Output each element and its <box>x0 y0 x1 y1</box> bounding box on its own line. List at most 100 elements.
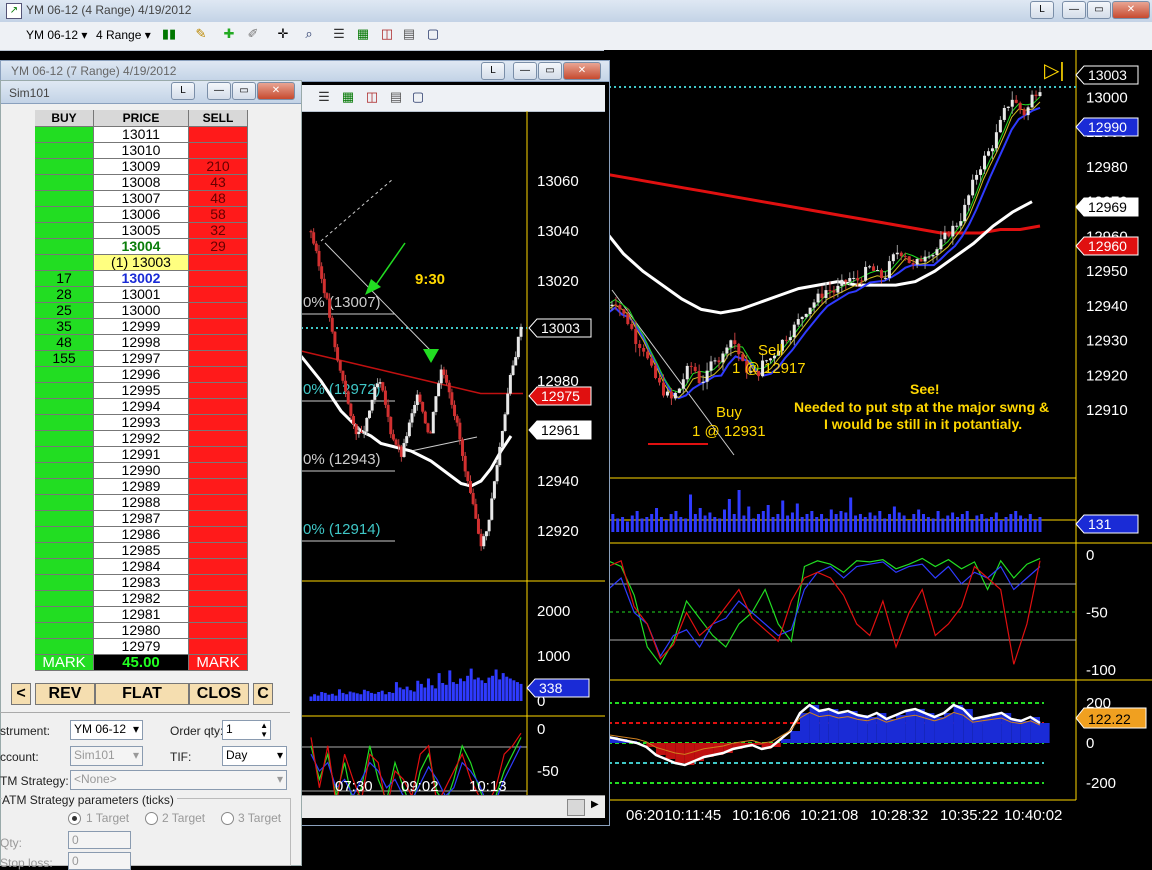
buy-cell[interactable] <box>35 398 94 415</box>
buy-cell[interactable] <box>35 174 94 191</box>
chart-trader-toggle-icon[interactable]: ▷| <box>1044 58 1065 83</box>
scroll-right-arrow-icon[interactable]: ▶ <box>591 799 599 810</box>
strategies-icon[interactable]: ◫ <box>378 25 396 43</box>
price-cell[interactable]: 12984 <box>93 558 189 575</box>
buy-cell[interactable] <box>35 366 94 383</box>
sell-cell[interactable] <box>188 462 248 479</box>
sell-cell[interactable]: 58 <box>188 206 248 223</box>
price-cell[interactable]: 13010 <box>93 142 189 159</box>
sell-cell[interactable] <box>188 430 248 447</box>
sell-cell[interactable] <box>188 142 248 159</box>
crosshair-icon[interactable]: ✛ <box>274 25 292 43</box>
buy-cell[interactable] <box>35 494 94 511</box>
price-cell[interactable]: 12979 <box>93 638 189 655</box>
buy-cell[interactable] <box>35 542 94 559</box>
buy-cell[interactable] <box>35 606 94 623</box>
second-horizontal-scrollbar[interactable]: ▶ <box>301 795 605 818</box>
zoom-icon[interactable]: ⌕ <box>300 25 318 43</box>
order-qty-field[interactable]: 1 ▲ ▼ <box>222 720 271 740</box>
second-link-button[interactable]: L <box>481 62 505 80</box>
target-2-radio[interactable] <box>145 812 158 825</box>
buy-cell[interactable] <box>35 222 94 239</box>
data-box-icon[interactable]: ▢ <box>424 25 442 43</box>
period-selector[interactable]: 4 Range ▾ <box>96 28 151 42</box>
close-button[interactable]: CLOS <box>189 683 249 705</box>
buy-cell[interactable] <box>35 142 94 159</box>
sell-cell[interactable] <box>188 334 248 351</box>
second-close-button[interactable]: ✕ <box>563 62 601 80</box>
price-cell[interactable]: 13005 <box>93 222 189 239</box>
draw-tool-icon[interactable]: ✚ <box>220 25 238 43</box>
buy-cell[interactable]: 17 <box>35 270 94 287</box>
price-cell[interactable]: 12994 <box>93 398 189 415</box>
stepper-icon[interactable]: ▲ ▼ <box>260 721 268 739</box>
price-cell[interactable]: 12980 <box>93 622 189 639</box>
buy-cell[interactable]: 48 <box>35 334 94 351</box>
buy-cell[interactable] <box>35 190 94 207</box>
price-cell[interactable]: 13011 <box>93 126 189 143</box>
price-cell[interactable]: 12991 <box>93 446 189 463</box>
price-cell[interactable]: 12999 <box>93 318 189 335</box>
scroll-thumb[interactable] <box>567 799 585 816</box>
sell-cell[interactable] <box>188 254 248 271</box>
sell-cell[interactable] <box>188 574 248 591</box>
buy-cell[interactable] <box>35 238 94 255</box>
instrument-selector[interactable]: YM 06-12 ▾ <box>26 28 87 42</box>
sell-cell[interactable] <box>188 542 248 559</box>
price-cell[interactable]: 13008 <box>93 174 189 191</box>
price-cell[interactable]: 12995 <box>93 382 189 399</box>
price-cell[interactable]: 13007 <box>93 190 189 207</box>
buy-cell[interactable]: 28 <box>35 286 94 303</box>
main-maximize-button[interactable]: ▭ <box>1087 1 1111 19</box>
buy-cell[interactable] <box>35 430 94 447</box>
buy-cell[interactable] <box>35 622 94 639</box>
second-template-icon[interactable]: ▤ <box>387 88 405 106</box>
second-indicators-icon[interactable]: ▦ <box>339 88 357 106</box>
sell-cell[interactable] <box>188 302 248 319</box>
sell-cell[interactable] <box>188 366 248 383</box>
price-cell[interactable]: 13004 <box>93 238 189 255</box>
sell-cell[interactable] <box>188 350 248 367</box>
buy-cell[interactable] <box>35 254 94 271</box>
buy-cell[interactable] <box>35 558 94 575</box>
buy-cell[interactable] <box>35 510 94 527</box>
sell-cell[interactable] <box>188 382 248 399</box>
price-cell[interactable]: 12983 <box>93 574 189 591</box>
sell-cell[interactable] <box>188 414 248 431</box>
buy-cell[interactable] <box>35 382 94 399</box>
buy-cell[interactable] <box>35 414 94 431</box>
sell-cell[interactable]: 43 <box>188 174 248 191</box>
sell-cell[interactable] <box>188 398 248 415</box>
sell-cell[interactable]: 32 <box>188 222 248 239</box>
flatten-button[interactable]: FLAT <box>95 683 189 705</box>
sell-cell[interactable] <box>188 606 248 623</box>
price-cell[interactable]: 12987 <box>93 510 189 527</box>
sell-cell[interactable] <box>188 270 248 287</box>
sell-cell[interactable]: 210 <box>188 158 248 175</box>
buy-cell[interactable] <box>35 462 94 479</box>
sell-cell[interactable] <box>188 286 248 303</box>
template-icon[interactable]: ▤ <box>400 25 418 43</box>
eraser-icon[interactable]: ✐ <box>244 25 262 43</box>
price-cell[interactable]: (1) 13003 <box>93 254 189 271</box>
target-3-radio[interactable] <box>221 812 234 825</box>
price-cell[interactable]: 12982 <box>93 590 189 607</box>
main-close-button[interactable]: ✕ <box>1112 1 1150 19</box>
sell-cell[interactable] <box>188 558 248 575</box>
price-cell[interactable]: 13009 <box>93 158 189 175</box>
reverse-button[interactable]: REV <box>35 683 95 705</box>
indicators-icon[interactable]: ▦ <box>354 25 372 43</box>
second-properties-icon[interactable]: ☰ <box>315 88 333 106</box>
main-link-button[interactable]: L <box>1030 1 1054 19</box>
buy-cell[interactable] <box>35 126 94 143</box>
price-cell[interactable]: 13001 <box>93 286 189 303</box>
dom-close-button[interactable]: ✕ <box>257 82 295 100</box>
price-cell[interactable]: 12997 <box>93 350 189 367</box>
sell-cell[interactable] <box>188 318 248 335</box>
price-cell[interactable]: 13000 <box>93 302 189 319</box>
price-cell[interactable]: 13006 <box>93 206 189 223</box>
price-cell[interactable]: 12993 <box>93 414 189 431</box>
sell-cell[interactable] <box>188 622 248 639</box>
price-cell[interactable]: 12990 <box>93 462 189 479</box>
pencil-icon[interactable]: ✎ <box>192 25 210 43</box>
